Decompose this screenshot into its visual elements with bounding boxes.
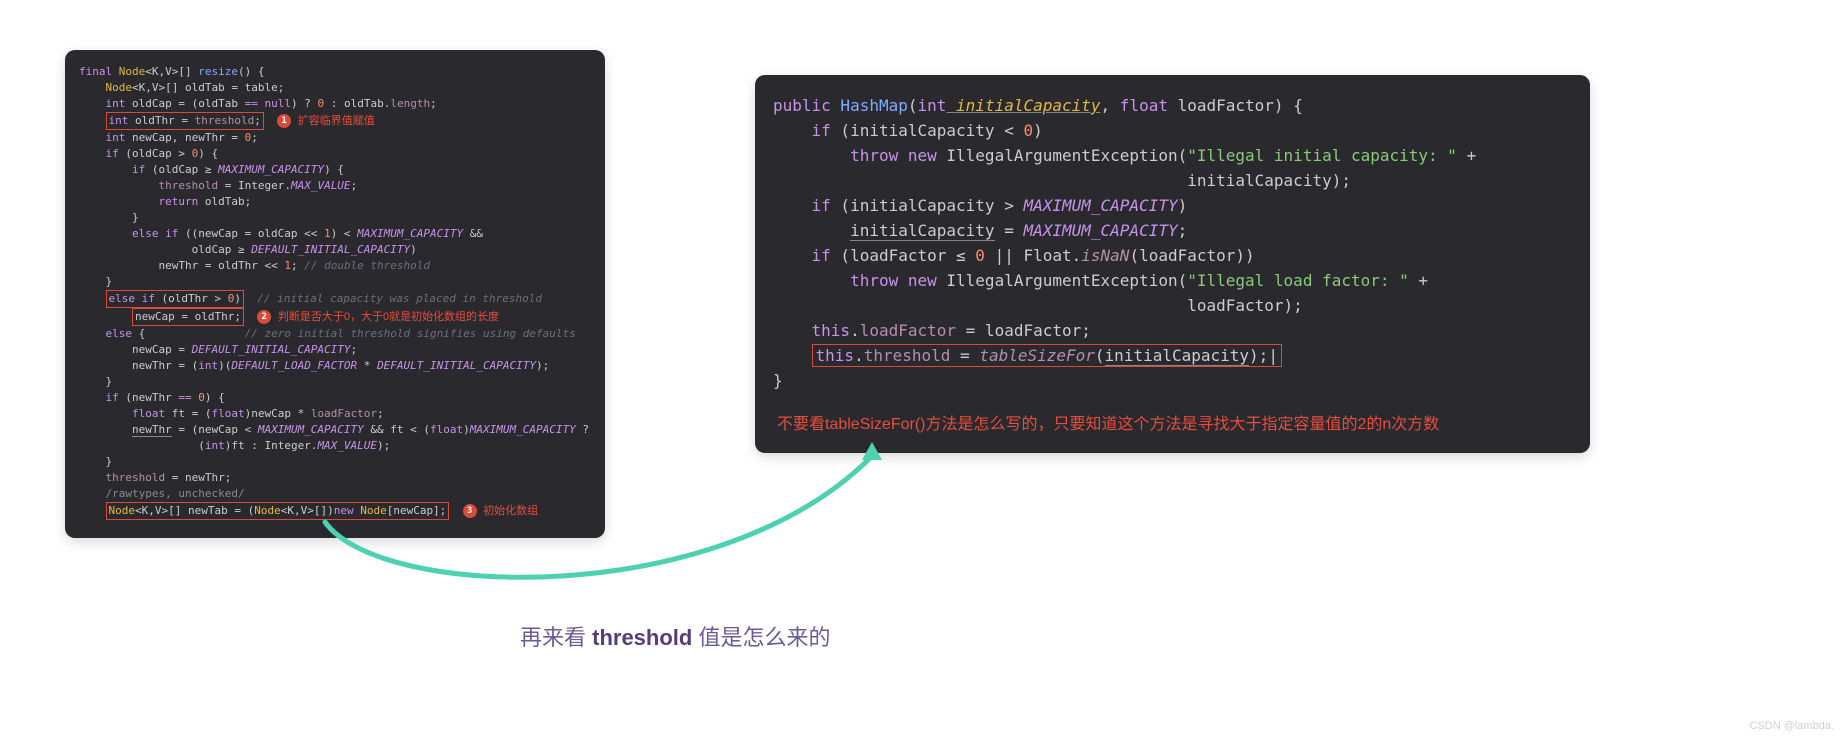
badge-2: 2: [257, 310, 271, 324]
annotation-2: 判断是否大于0，大于0就是初始化数组的长度: [278, 311, 499, 323]
annotation-1: 扩容临界值赋值: [298, 115, 375, 127]
annotation-3: 初始化数组: [483, 505, 538, 517]
diagram-caption: 再来看 threshold 值是怎么来的: [520, 620, 830, 652]
watermark: CSDN @lambda.: [1749, 720, 1834, 732]
annotation-right: 不要看tableSizeFor()方法是怎么写的，只要知道这个方法是寻找大于指定…: [777, 412, 1439, 437]
code-left: final Node<K,V>[] resize() { Node<K,V>[]…: [79, 64, 591, 520]
code-right: public HashMap(int initialCapacity, floa…: [773, 93, 1572, 393]
code-panel-left: final Node<K,V>[] resize() { Node<K,V>[]…: [65, 50, 605, 538]
badge-3: 3: [463, 504, 477, 518]
arrow-head-icon: [862, 442, 882, 460]
badge-1: 1: [277, 114, 291, 128]
code-panel-right: public HashMap(int initialCapacity, floa…: [755, 75, 1590, 453]
